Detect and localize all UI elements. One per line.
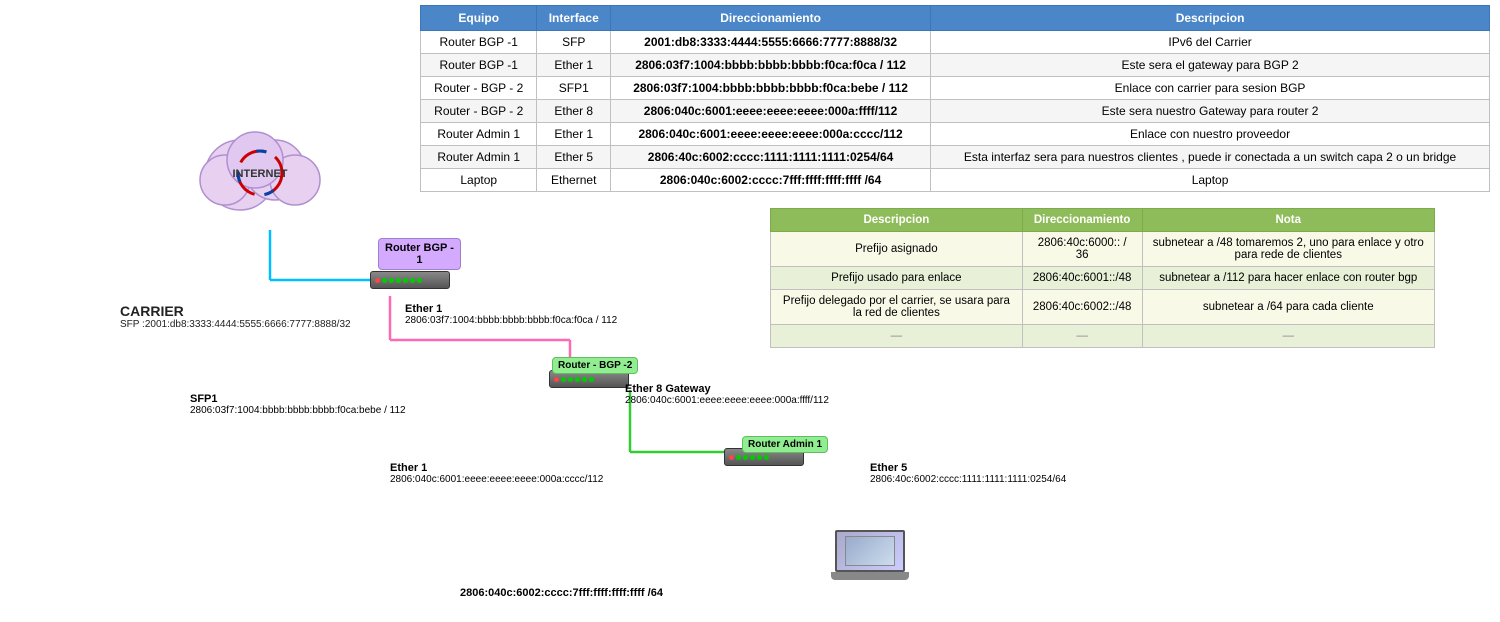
table-cell-5-3: Esta interfaz sera para nuestros cliente… [931, 146, 1490, 169]
table-cell-4-0: Router Admin 1 [421, 123, 537, 146]
table-cell-0-3: IPv6 del Carrier [931, 31, 1490, 54]
col-header-descripcion: Descripcion [931, 6, 1490, 31]
prefix-table-row: Prefijo delegado por el carrier, se usar… [771, 290, 1435, 325]
table-cell-0-0: Router BGP -1 [421, 31, 537, 54]
router-admin1-ether1-info: Ether 1 2806:040c:6001:eeee:eeee:eeee:00… [390, 462, 603, 485]
table-cell-3-3: Este sera nuestro Gateway para router 2 [931, 100, 1490, 123]
prefix-cell-2-0: Prefijo delegado por el carrier, se usar… [771, 290, 1023, 325]
table-cell-0-1: SFP [537, 31, 611, 54]
table-cell-5-1: Ether 5 [537, 146, 611, 169]
table-cell-1-3: Este sera el gateway para BGP 2 [931, 54, 1490, 77]
prefix-col-direccionamiento: Direccionamiento [1022, 209, 1142, 232]
table-cell-4-2: 2806:040c:6001:eeee:eeee:eeee:000a:cccc/… [611, 123, 931, 146]
table-cell-6-1: Ethernet [537, 169, 611, 192]
svg-text:INTERNET: INTERNET [233, 168, 288, 180]
table-cell-4-1: Ether 1 [537, 123, 611, 146]
table-cell-1-0: Router BGP -1 [421, 54, 537, 77]
laptop-addr-label: 2806:040c:6002:cccc:7fff:ffff:ffff:ffff … [460, 583, 663, 601]
internet-cloud: INTERNET [185, 115, 335, 220]
router-admin1-label: Router Admin 1 [742, 436, 828, 453]
table-cell-2-3: Enlace con carrier para sesion BGP [931, 77, 1490, 100]
prefix-cell-0-0: Prefijo asignado [771, 232, 1023, 267]
table-cell-6-0: Laptop [421, 169, 537, 192]
router-bgp2-label: Router - BGP -2 [552, 357, 638, 374]
col-header-equipo: Equipo [421, 6, 537, 31]
prefix-cell-1-2: subnetear a /112 para hacer enlace con r… [1142, 267, 1434, 290]
table-cell-1-2: 2806:03f7:1004:bbbb:bbbb:bbbb:f0ca:f0ca … [611, 54, 931, 77]
table-row: Router - BGP - 2SFP12806:03f7:1004:bbbb:… [421, 77, 1490, 100]
prefix-cell-0-2: subnetear a /48 tomaremos 2, uno para en… [1142, 232, 1434, 267]
table-cell-5-0: Router Admin 1 [421, 146, 537, 169]
table-cell-6-2: 2806:040c:6002:cccc:7fff:ffff:ffff:ffff … [611, 169, 931, 192]
col-header-direccionamiento: Direccionamiento [611, 6, 931, 31]
prefix-table: Descripcion Direccionamiento Nota Prefij… [770, 208, 1435, 348]
table-cell-3-2: 2806:040c:6001:eeee:eeee:eeee:000a:ffff/… [611, 100, 931, 123]
table-cell-5-2: 2806:40c:6002:cccc:1111:1111:1111:0254/6… [611, 146, 931, 169]
table-cell-2-1: SFP1 [537, 77, 611, 100]
laptop-icon [830, 530, 910, 590]
table-cell-2-2: 2806:03f7:1004:bbbb:bbbb:bbbb:f0ca:bebe … [611, 77, 931, 100]
router-bgp2-sfp1-info: SFP1 2806:03f7:1004:bbbb:bbbb:bbbb:f0ca:… [190, 393, 406, 416]
prefix-cell-0-1: 2806:40c:6000:: / 36 [1022, 232, 1142, 267]
table-cell-4-3: Enlace con nuestro proveedor [931, 123, 1490, 146]
addressing-table: Equipo Interface Direccionamiento Descri… [420, 5, 1490, 192]
router-bgp1-device [370, 271, 450, 289]
prefix-cell-1-0: Prefijo usado para enlace [771, 267, 1023, 290]
table-cell-6-3: Laptop [931, 169, 1490, 192]
prefix-cell-3-2: — [1142, 325, 1434, 348]
table-cell-2-0: Router - BGP - 2 [421, 77, 537, 100]
router-bgp2-ether8-info: Ether 8 Gateway 2806:040c:6001:eeee:eeee… [625, 383, 829, 406]
prefix-table-row: Prefijo asignado2806:40c:6000:: / 36subn… [771, 232, 1435, 267]
prefix-cell-3-0: — [771, 325, 1023, 348]
table-cell-0-2: 2001:db8:3333:4444:5555:6666:7777:8888/3… [611, 31, 931, 54]
router-admin1-ether5-info: Ether 5 2806:40c:6002:cccc:1111:1111:111… [870, 462, 1066, 485]
prefix-col-descripcion: Descripcion [771, 209, 1023, 232]
table-cell-3-0: Router - BGP - 2 [421, 100, 537, 123]
table-row: Router Admin 1Ether 52806:40c:6002:cccc:… [421, 146, 1490, 169]
router-bgp1-ether1-info: Ether 1 2806:03f7:1004:bbbb:bbbb:bbbb:f0… [405, 303, 617, 326]
prefix-cell-2-2: subnetear a /64 para cada cliente [1142, 290, 1434, 325]
col-header-interface: Interface [537, 6, 611, 31]
table-cell-3-1: Ether 8 [537, 100, 611, 123]
prefix-cell-3-1: — [1022, 325, 1142, 348]
router-bgp1-label: Router BGP - 1 [378, 238, 461, 270]
table-row: Router BGP -1Ether 12806:03f7:1004:bbbb:… [421, 54, 1490, 77]
table-cell-1-1: Ether 1 [537, 54, 611, 77]
table-row: Router BGP -1SFP2001:db8:3333:4444:5555:… [421, 31, 1490, 54]
prefix-cell-1-1: 2806:40c:6001::/48 [1022, 267, 1142, 290]
table-row: Router Admin 1Ether 12806:040c:6001:eeee… [421, 123, 1490, 146]
carrier-label: CARRIER SFP :2001:db8:3333:4444:5555:666… [120, 303, 351, 330]
table-row: LaptopEthernet2806:040c:6002:cccc:7fff:f… [421, 169, 1490, 192]
prefix-table-row: Prefijo usado para enlace2806:40c:6001::… [771, 267, 1435, 290]
prefix-col-nota: Nota [1142, 209, 1434, 232]
prefix-table-row: ——— [771, 325, 1435, 348]
prefix-cell-2-1: 2806:40c:6002::/48 [1022, 290, 1142, 325]
table-row: Router - BGP - 2Ether 82806:040c:6001:ee… [421, 100, 1490, 123]
